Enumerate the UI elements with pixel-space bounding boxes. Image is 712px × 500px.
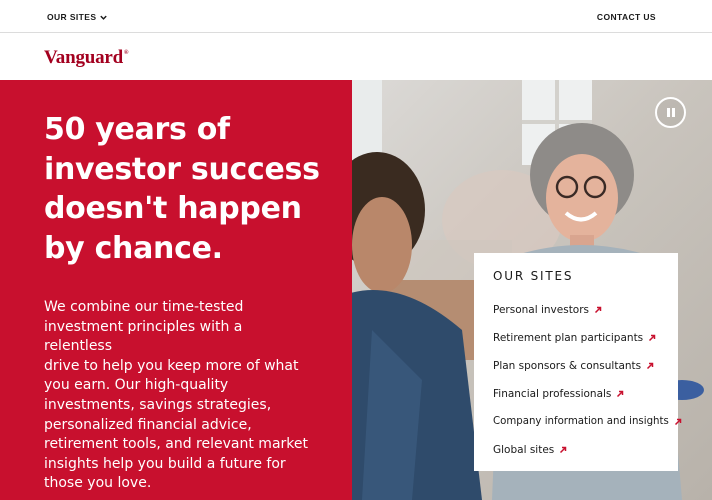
pause-carousel-button[interactable] (655, 97, 686, 128)
registered-mark: ® (124, 50, 129, 56)
site-link-label: Financial professionals (493, 388, 612, 400)
hero-body-line: personalized financial advice, (44, 416, 252, 433)
hero-body-line: drive to help you keep more of what (44, 357, 299, 374)
hero-description: We combine our time-tested investment pr… (44, 298, 314, 494)
hero-body-line: retirement tools, and relevant market (44, 436, 308, 453)
hero-body-line: We combine our time-tested (44, 299, 244, 315)
vanguard-logo[interactable]: Vanguard® (44, 47, 129, 69)
site-link-global-sites[interactable]: Global sites (493, 444, 567, 456)
hero-body-line: investments, savings strategies, (44, 396, 272, 413)
site-link-company-information[interactable]: Company information and insights (493, 416, 682, 427)
hero-title: 50 years of investor success doesn't hap… (44, 110, 334, 268)
arrow-up-right-icon (595, 306, 602, 314)
hero-title-line: investor success (44, 151, 320, 187)
arrow-up-right-icon (617, 390, 624, 398)
utility-bar: OUR SITES CONTACT US (0, 0, 712, 33)
site-link-personal-investors[interactable]: Personal investors (493, 304, 602, 316)
chevron-down-icon (100, 15, 108, 20)
site-link-label: Personal investors (493, 304, 590, 316)
hero-panel: 50 years of investor success doesn't hap… (0, 80, 352, 500)
logo-text: Vanguard (44, 47, 124, 68)
site-link-label: Global sites (493, 444, 555, 456)
arrow-up-right-icon (649, 334, 656, 342)
site-link-plan-sponsors[interactable]: Plan sponsors & consultants (493, 360, 654, 372)
site-link-label: Company information and insights (493, 416, 669, 427)
pause-icon (667, 108, 670, 117)
hero-body-line: those you love. (44, 475, 152, 492)
site-link-retirement-plan-participants[interactable]: Retirement plan participants (493, 332, 656, 344)
our-sites-dropdown[interactable]: OUR SITES (47, 12, 108, 22)
hero-title-line: by chance. (44, 230, 223, 266)
hero-body-line: investment principles with a relentless (44, 318, 243, 355)
site-link-label: Retirement plan participants (493, 332, 644, 344)
hero-title-line: doesn't happen (44, 191, 302, 226)
our-sites-card: OUR SITES Personal investors Retirement … (474, 253, 682, 471)
arrow-up-right-icon (560, 446, 567, 454)
arrow-up-right-icon (647, 362, 654, 370)
our-sites-card-title: OUR SITES (493, 269, 574, 283)
hero-body-line: you earn. Our high-quality (44, 377, 229, 394)
hero-title-line: 50 years of (44, 112, 230, 147)
site-link-label: Plan sponsors & consultants (493, 360, 642, 372)
pause-icon-bar (672, 108, 675, 117)
our-sites-label: OUR SITES (47, 12, 97, 22)
contact-us-link[interactable]: CONTACT US (597, 12, 656, 22)
site-link-financial-professionals[interactable]: Financial professionals (493, 388, 624, 400)
site-header: Vanguard® (0, 34, 712, 80)
hero-body-line: insights help you build a future for (44, 455, 286, 472)
arrow-up-right-icon (674, 418, 682, 425)
